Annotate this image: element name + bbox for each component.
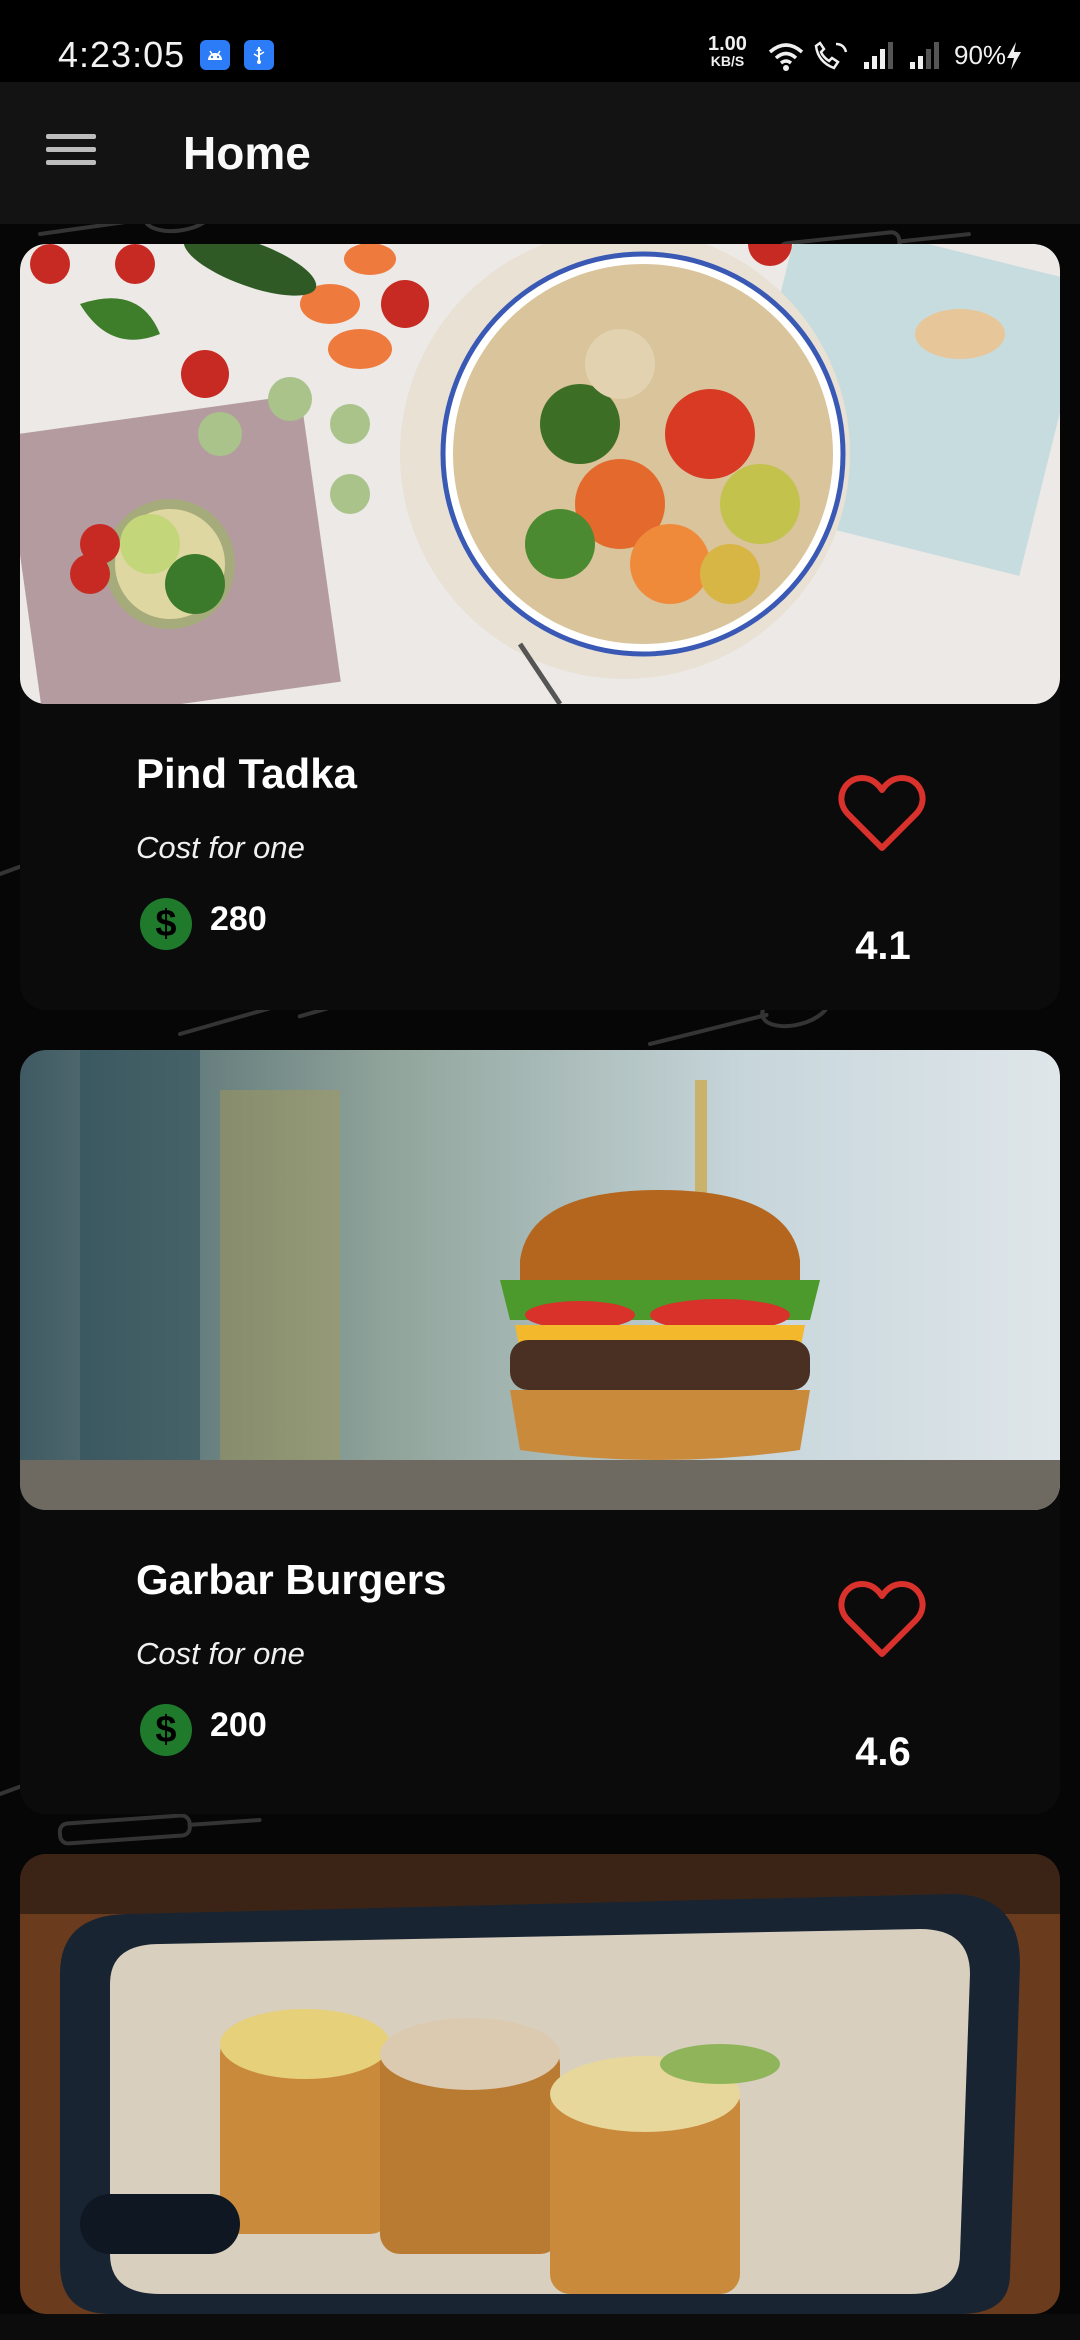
dollar-icon: $ <box>140 1704 192 1756</box>
charging-icon <box>1007 42 1021 70</box>
cost-for-one-value: 280 <box>210 900 267 938</box>
restaurant-image <box>20 1050 1060 1510</box>
page-title: Home <box>183 127 311 179</box>
bottom-edge <box>0 2314 1080 2340</box>
restaurant-name: Pind Tadka <box>136 750 357 797</box>
restaurant-image <box>20 1854 1060 2314</box>
restaurant-rating: 4.6 <box>855 1730 911 1774</box>
network-speed-value: 1.00 <box>708 33 747 55</box>
network-speed: 1.00 KB/S <box>708 33 747 70</box>
dollar-icon: $ <box>140 898 192 950</box>
signal-strength-1-icon <box>864 42 893 69</box>
signal-strength-2-icon <box>910 42 939 69</box>
hamburger-menu-icon[interactable] <box>46 134 96 170</box>
call-signal-icon <box>814 41 848 70</box>
app-bar: Home <box>0 82 1080 224</box>
restaurant-image <box>20 244 1060 704</box>
restaurant-card[interactable]: Garbar Burgers Cost for one $ 200 4.6 <box>20 1050 1060 1814</box>
favorite-heart-icon[interactable] <box>838 1580 926 1660</box>
usb-icon <box>244 40 274 70</box>
status-time: 4:23:05 <box>58 34 186 75</box>
battery-percentage: 90% <box>954 40 1007 70</box>
restaurant-card[interactable] <box>20 1854 1060 2314</box>
cost-for-one-value: 200 <box>210 1706 267 1744</box>
restaurant-rating: 4.1 <box>855 924 911 968</box>
restaurant-name: Garbar Burgers <box>136 1556 447 1603</box>
wifi-icon <box>768 43 804 71</box>
home-screen: 4:23:05 1.00 KB/S 90% Home Pind Tadka Co… <box>0 0 1080 2340</box>
network-speed-unit: KB/S <box>710 53 745 69</box>
cost-for-one-label: Cost for one <box>136 830 305 865</box>
status-bar: 4:23:05 1.00 KB/S 90% <box>0 0 1080 82</box>
restaurant-card[interactable]: Pind Tadka Cost for one $ 280 4.1 <box>20 244 1060 1010</box>
cost-for-one-label: Cost for one <box>136 1636 305 1671</box>
android-icon <box>200 40 230 70</box>
favorite-heart-icon[interactable] <box>838 774 926 854</box>
